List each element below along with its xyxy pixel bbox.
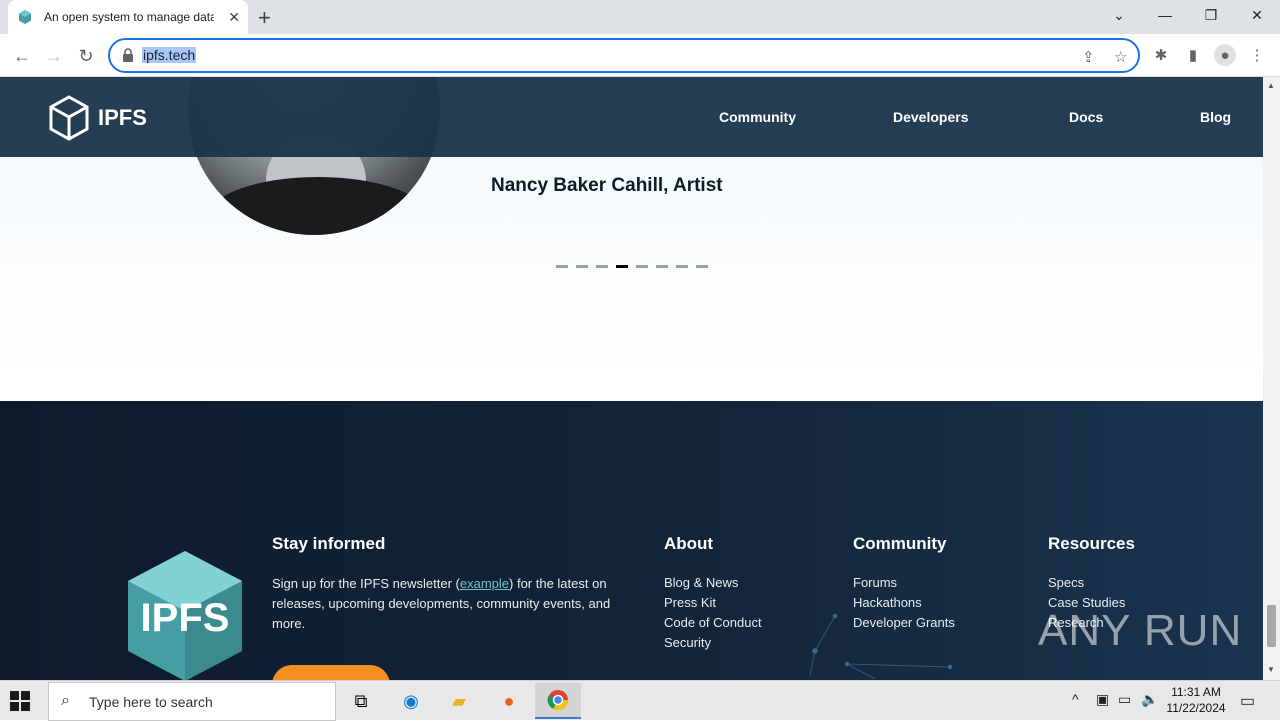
carousel-dot[interactable] [696,265,708,268]
scroll-down-icon[interactable]: ▼ [1267,665,1275,674]
carousel-dot[interactable] [596,265,608,268]
carousel-dot[interactable] [616,265,628,268]
ipfs-cube-logo: IPFS [128,551,242,680]
bookmark-star-icon[interactable]: ☆ [1114,48,1127,66]
scrollbar-thumb[interactable] [1267,605,1276,647]
forward-icon[interactable]: → [40,42,68,70]
cube-text: IPFS [141,596,230,640]
carousel-dot[interactable] [636,265,648,268]
clock-date: 11/22/2024 [1166,701,1226,715]
search-icon: ⌕ [61,692,70,709]
footer-link-developer-grants[interactable]: Developer Grants [853,615,955,630]
nav-community[interactable]: Community [719,109,796,125]
network-icon[interactable]: ▭ [1118,691,1131,708]
extensions-icon[interactable]: ✱ [1150,44,1172,66]
browser-toolbar: ← → ↻ ipfs.tech ⇪ ☆ ✱ ▮ ● ⋮ [0,34,1280,77]
newsletter-example-link[interactable]: example [460,576,509,591]
page-scrollbar[interactable]: ▲ ▼ [1263,77,1280,680]
carousel-dot[interactable] [576,265,588,268]
windows-taskbar: ⌕ Type here to search ⧉ ◉ ▰ ● ^ ▣ ▭ 🔈 11… [0,680,1280,721]
footer-link-blog-news[interactable]: Blog & News [664,575,738,590]
tab-search-icon[interactable]: ⌄ [1096,0,1142,30]
network-decoration [809,613,953,680]
nav-developers[interactable]: Developers [893,109,968,125]
ipfs-logo-icon [49,95,89,141]
side-panel-icon[interactable]: ▮ [1182,44,1204,66]
footer-link-security[interactable]: Security [664,635,711,650]
page-viewport: Nancy Baker Cahill, Artist IPFS Stay inf… [0,77,1263,680]
nav-blog[interactable]: Blog [1200,109,1231,125]
footer-link-hackathons[interactable]: Hackathons [853,595,922,610]
clock-time: 11:31 AM [1171,685,1221,699]
footer-link-press-kit[interactable]: Press Kit [664,595,716,610]
footer-link-code-of-conduct[interactable]: Code of Conduct [664,615,762,630]
newsletter-text: Sign up for the IPFS newsletter (example… [272,576,611,631]
volume-icon[interactable]: 🔈 [1141,691,1158,708]
browser-tab-strip: An open system to manage data ✕ + ⌄ — ❐ … [0,0,1280,34]
new-tab-icon[interactable]: + [258,5,271,31]
ipfs-logo[interactable]: IPFS [48,95,147,141]
tray-chevron-icon[interactable]: ^ [1072,691,1079,707]
window-close-icon[interactable]: ✕ [1234,0,1280,30]
edge-icon[interactable]: ◉ [388,683,434,719]
site-header: IPFS Community Developers Docs Blog [0,77,1263,157]
footer-link-forums[interactable]: Forums [853,575,897,590]
firefox-icon[interactable]: ● [486,683,532,719]
file-explorer-icon[interactable]: ▰ [436,683,482,719]
back-icon[interactable]: ← [8,42,36,70]
share-icon[interactable]: ⇪ [1082,48,1095,66]
minimize-icon[interactable]: — [1142,0,1188,30]
reload-icon[interactable]: ↻ [72,42,100,70]
lock-icon [123,48,133,62]
stay-informed-heading: Stay informed [272,534,386,553]
menu-kebab-icon[interactable]: ⋮ [1246,44,1268,66]
anyrun-watermark: ANY RUN [1038,606,1243,655]
site-footer: IPFS Stay informed Sign up for the IPFS … [0,401,1263,680]
notifications-icon[interactable]: ▭ [1240,691,1255,711]
carousel-dot[interactable] [676,265,688,268]
nav-docs[interactable]: Docs [1069,109,1103,125]
resources-heading: Resources [1048,534,1135,553]
about-heading: About [664,534,714,553]
profile-avatar-icon[interactable]: ● [1214,44,1236,66]
carousel-dot[interactable] [656,265,668,268]
carousel-dot[interactable] [556,265,568,268]
chrome-icon[interactable] [535,683,581,719]
ipfs-favicon-icon [19,10,31,24]
windows-start-icon[interactable] [10,691,30,711]
url-text[interactable]: ipfs.tech [142,47,197,63]
tray-device-icon[interactable]: ▣ [1096,691,1109,708]
taskbar-search-box[interactable]: ⌕ Type here to search [48,682,336,721]
search-placeholder: Type here to search [89,694,213,710]
tab-close-icon[interactable]: ✕ [228,9,240,26]
community-heading: Community [853,534,947,553]
address-bar[interactable]: ipfs.tech ⇪ ☆ [108,38,1140,73]
browser-tab[interactable]: An open system to manage data ✕ [8,0,248,34]
scroll-up-icon[interactable]: ▲ [1267,81,1275,90]
subscribe-button[interactable] [272,665,390,680]
carousel-dots [556,265,708,268]
system-clock[interactable]: 11:31 AM 11/22/2024 [1158,684,1234,716]
task-view-icon[interactable]: ⧉ [338,683,384,719]
tab-title: An open system to manage data [44,10,214,24]
logo-text: IPFS [98,105,147,130]
testimonial-name: Nancy Baker Cahill, Artist [491,175,723,196]
footer-link-specs[interactable]: Specs [1048,575,1084,590]
restore-icon[interactable]: ❐ [1188,0,1234,30]
